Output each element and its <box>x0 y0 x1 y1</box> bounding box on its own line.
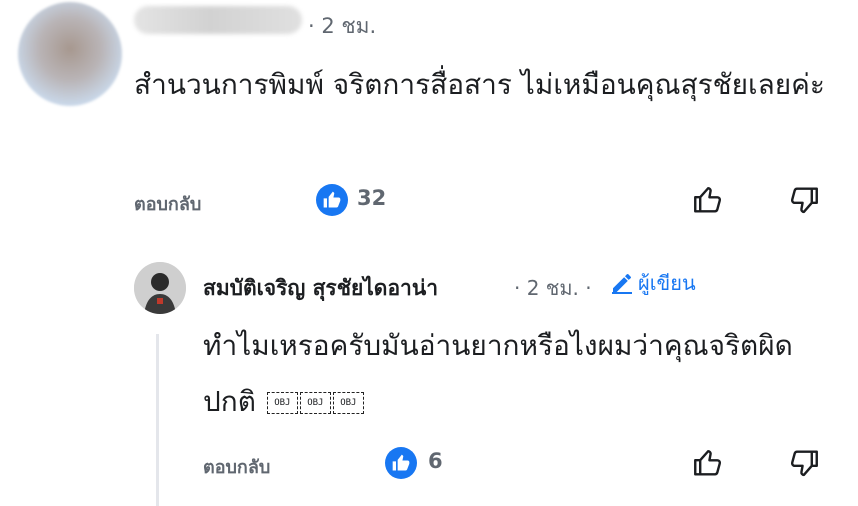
reply-button[interactable]: ตอบกลับ <box>203 452 270 481</box>
dislike-outline-icon[interactable] <box>785 181 823 219</box>
like-count: 6 <box>428 449 443 473</box>
reply-avatar[interactable] <box>134 262 186 314</box>
like-count: 32 <box>357 186 387 210</box>
like-outline-icon[interactable] <box>689 181 727 219</box>
thumbs-up-like-badge-icon <box>385 447 417 479</box>
reply-button[interactable]: ตอบกลับ <box>134 189 201 218</box>
reply-actions: ตอบกลับ 6 <box>0 444 858 484</box>
thumbs-up-like-badge-icon <box>316 184 348 216</box>
pencil-icon <box>612 274 632 294</box>
comment-actions: ตอบกลับ 32 <box>0 181 858 221</box>
emoji-object: OBJ <box>299 392 331 414</box>
reply-author-name[interactable]: สมบัติเจริญ สุรชัยไดอาน่า <box>203 272 438 305</box>
like-outline-icon[interactable] <box>689 444 727 482</box>
author-label: ผู้เขียน <box>638 271 696 295</box>
reply-time: · 2 ชม. · <box>514 276 592 300</box>
comment: · 2 ชม. สำนวนการพิมพ์ จริตการสื่อสาร ไม่… <box>0 0 858 240</box>
comment-time: · 2 ชม. <box>308 14 377 38</box>
dislike-outline-icon[interactable] <box>785 444 823 482</box>
emoji-object: OBJ <box>266 392 298 414</box>
avatar[interactable] <box>18 2 122 106</box>
emoji-object: OBJ <box>332 392 364 414</box>
commenter-name-blurred[interactable] <box>134 6 302 34</box>
author-badge: ผู้เขียน <box>610 268 696 298</box>
reply-text: ทำไมเหรอครับมันอ่านยากหรือไงผมว่าคุณจริต… <box>203 318 843 430</box>
comment-text: สำนวนการพิมพ์ จริตการสื่อสาร ไม่เหมือนคุ… <box>134 68 825 101</box>
